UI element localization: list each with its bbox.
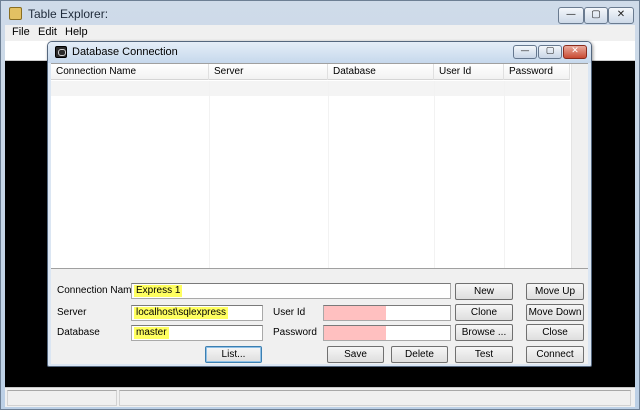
status-segment	[119, 390, 631, 406]
connections-grid[interactable]: Connection Name Server Database User Id …	[51, 63, 588, 269]
dialog-close-button[interactable]: ✕	[563, 45, 587, 59]
server-input[interactable]: localhost\sqlexpress	[131, 305, 263, 321]
list-button[interactable]: List...	[205, 346, 262, 363]
menu-help[interactable]: Help	[65, 26, 88, 38]
maximize-icon: ▢	[591, 9, 601, 20]
main-title-bar: Table Explorer: — ▢ ✕	[1, 1, 639, 25]
dialog-minimize-button[interactable]: —	[513, 45, 537, 59]
connect-button[interactable]: Connect	[526, 346, 584, 363]
password-required-highlight	[324, 326, 386, 340]
close-icon: ✕	[571, 46, 579, 56]
user-id-label: User Id	[273, 307, 306, 318]
move-up-button[interactable]: Move Up	[526, 283, 584, 300]
database-connection-dialog: Database Connection — ▢ ✕ Connection Nam…	[47, 41, 592, 367]
password-value	[326, 327, 330, 339]
grid-column-divider	[209, 81, 210, 268]
main-window-title: Table Explorer:	[28, 7, 109, 21]
maximize-icon: ▢	[545, 46, 555, 56]
status-bar	[5, 387, 635, 407]
browse-button[interactable]: Browse ...	[455, 324, 513, 341]
column-header-database[interactable]: Database	[328, 64, 434, 80]
grid-column-divider	[504, 81, 505, 268]
clone-button[interactable]: Clone	[455, 304, 513, 321]
column-header-server[interactable]: Server	[209, 64, 328, 80]
password-input[interactable]	[323, 325, 451, 341]
column-header-user-id[interactable]: User Id	[434, 64, 504, 80]
database-label: Database	[57, 327, 100, 338]
menu-file[interactable]: File	[12, 26, 30, 38]
save-button[interactable]: Save	[327, 346, 384, 363]
main-close-button[interactable]: ✕	[608, 7, 634, 24]
app-icon	[9, 7, 22, 20]
minimize-icon: —	[520, 46, 530, 56]
grid-column-divider	[434, 81, 435, 268]
test-button[interactable]: Test	[455, 346, 513, 363]
database-value: master	[134, 327, 169, 339]
close-button[interactable]: Close	[526, 324, 584, 341]
database-input[interactable]: master	[131, 325, 263, 341]
connection-name-label: Connection Name	[57, 285, 138, 296]
column-header-password[interactable]: Password	[504, 64, 570, 80]
connection-name-value: Express 1	[134, 285, 183, 297]
move-down-button[interactable]: Move Down	[526, 304, 584, 321]
main-maximize-button[interactable]: ▢	[584, 7, 608, 24]
user-id-input[interactable]	[323, 305, 451, 321]
main-minimize-button[interactable]: —	[558, 7, 584, 24]
column-header-connection-name[interactable]: Connection Name	[51, 64, 209, 80]
dialog-maximize-button[interactable]: ▢	[538, 45, 562, 59]
menu-edit[interactable]: Edit	[38, 26, 57, 38]
status-segment	[7, 390, 117, 406]
new-button[interactable]: New	[455, 283, 513, 300]
close-icon: ✕	[616, 9, 626, 20]
grid-new-row[interactable]	[51, 81, 570, 96]
grid-vertical-scrollbar[interactable]	[571, 64, 588, 268]
user-id-required-highlight	[324, 306, 386, 320]
server-label: Server	[57, 307, 87, 318]
server-value: localhost\sqlexpress	[134, 307, 229, 319]
database-icon	[55, 46, 67, 58]
grid-header: Connection Name Server Database User Id …	[51, 64, 570, 80]
delete-button[interactable]: Delete	[391, 346, 448, 363]
dialog-title: Database Connection	[72, 46, 178, 58]
minimize-icon: —	[566, 9, 576, 20]
grid-column-divider	[328, 81, 329, 268]
dialog-title-bar: Database Connection — ▢ ✕	[48, 42, 591, 63]
menu-bar: File Edit Help	[5, 25, 635, 41]
user-id-value	[326, 307, 330, 319]
password-label: Password	[273, 327, 317, 338]
connection-name-input[interactable]: Express 1	[131, 283, 451, 299]
dialog-body: Connection Name Server Database User Id …	[51, 63, 588, 364]
